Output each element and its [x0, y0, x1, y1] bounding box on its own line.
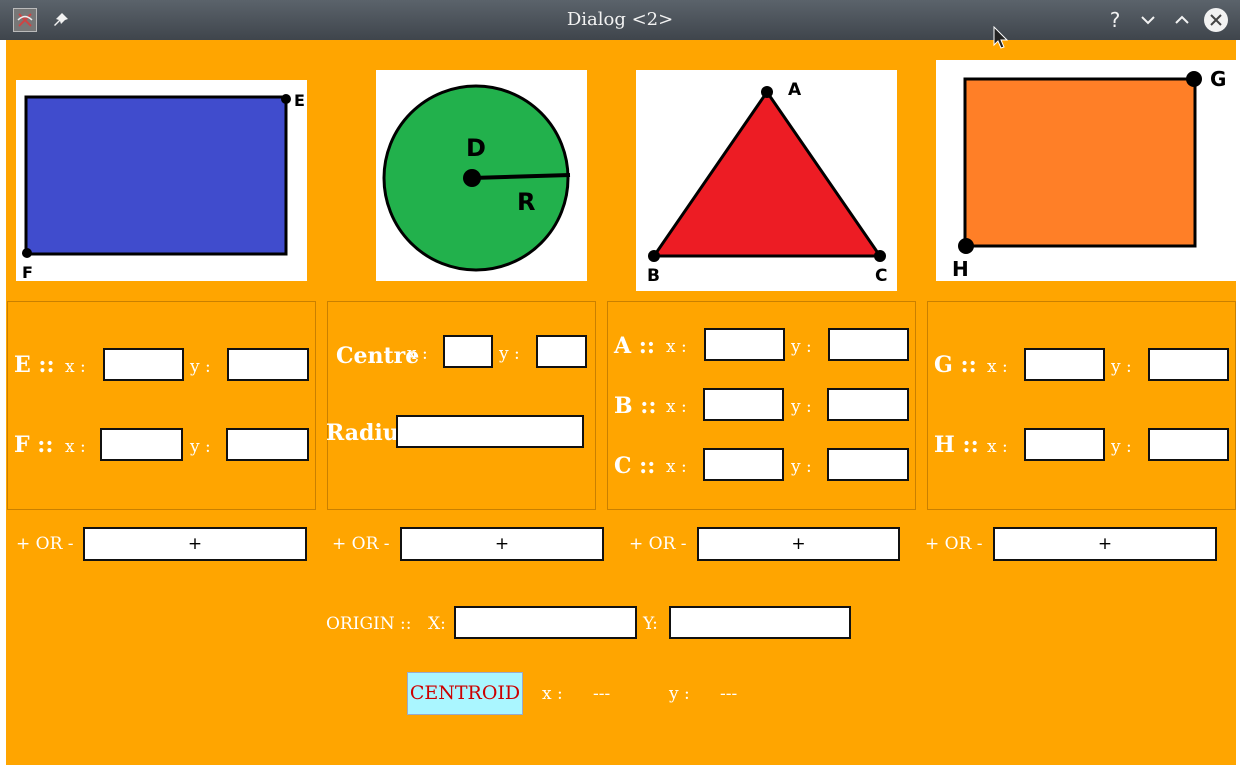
c-x-input[interactable] — [703, 448, 784, 481]
rectangle-image: E F — [16, 80, 307, 282]
centre-x-input[interactable] — [443, 335, 493, 368]
origin-x-input[interactable] — [454, 606, 637, 639]
h-x-label: x : — [987, 437, 1008, 457]
point-d-marker — [463, 169, 481, 187]
point-g-label: G — [1210, 67, 1226, 91]
close-icon[interactable] — [1203, 7, 1229, 33]
op-button-1[interactable]: + — [83, 527, 307, 561]
origin-label: ORIGIN :: — [326, 614, 412, 634]
e-x-label: x : — [65, 357, 86, 377]
square-image: G H — [936, 60, 1236, 281]
point-f-label: F — [22, 263, 33, 281]
e-y-label: y : — [190, 357, 211, 377]
b-label: B :: — [614, 393, 657, 419]
op-label-3: + OR - — [629, 534, 687, 554]
point-f-marker — [22, 248, 32, 258]
dialog-body: E F D R A B C G H E:: x: y: F:: x: … — [6, 40, 1236, 765]
triangle-shape — [651, 89, 883, 258]
f-x-input[interactable] — [100, 428, 183, 461]
c-label: C :: — [614, 453, 656, 479]
h-y-input[interactable] — [1148, 428, 1229, 461]
point-d-label: D — [466, 134, 486, 162]
origin-x-label: X: — [428, 614, 446, 634]
centre-y-label: y : — [499, 344, 520, 364]
op-label-1: + OR - — [16, 534, 74, 554]
point-e-marker — [281, 94, 291, 104]
point-b-label: B — [647, 266, 660, 286]
b-y-input[interactable] — [827, 388, 909, 421]
centroid-y-value: --- — [720, 684, 738, 704]
window-title: Dialog <2> — [566, 9, 674, 30]
point-a-marker — [761, 86, 773, 98]
centroid-y-label: y : — [669, 684, 690, 704]
a-y-input[interactable] — [828, 328, 909, 361]
c-y-input[interactable] — [827, 448, 909, 481]
op-button-3[interactable]: + — [697, 527, 900, 561]
g-y-label: y : — [1111, 357, 1132, 377]
centroid-x-label: x : — [542, 684, 563, 704]
point-e-label: E — [294, 91, 305, 110]
point-a-label: A — [788, 80, 802, 100]
a-label: A :: — [614, 333, 655, 359]
e-label: E :: — [14, 352, 55, 378]
c-x-label: x : — [666, 457, 687, 477]
e-x-input[interactable] — [103, 348, 184, 381]
centre-y-input[interactable] — [536, 335, 587, 368]
centre-x-label: x : — [407, 344, 428, 364]
point-h-marker — [958, 238, 974, 254]
f-y-label: y : — [190, 437, 211, 457]
c-y-label: y : — [791, 457, 812, 477]
rectangle-shape — [24, 95, 288, 256]
b-x-input[interactable] — [703, 388, 784, 421]
f-label: F :: — [14, 432, 54, 458]
square-shape — [963, 77, 1197, 248]
origin-y-input[interactable] — [669, 606, 851, 639]
radius-r-label: R — [517, 188, 535, 216]
point-b-marker — [648, 250, 660, 262]
circle-input-panel — [327, 301, 596, 510]
h-x-input[interactable] — [1024, 428, 1105, 461]
chevron-up-icon[interactable] — [1169, 7, 1195, 33]
centroid-x-value: --- — [593, 684, 611, 704]
a-x-label: x : — [666, 337, 687, 357]
b-y-label: y : — [791, 397, 812, 417]
f-y-input[interactable] — [226, 428, 309, 461]
centroid-button[interactable]: CENTROID — [407, 672, 523, 715]
e-y-input[interactable] — [227, 348, 309, 381]
f-x-label: x : — [65, 437, 86, 457]
radius-input[interactable] — [396, 415, 584, 448]
origin-y-label: Y: — [643, 614, 658, 634]
triangle-image: A B C — [636, 70, 897, 291]
point-g-marker — [1186, 71, 1202, 87]
g-x-label: x : — [987, 357, 1008, 377]
help-button[interactable]: ? — [1102, 7, 1128, 33]
point-h-label: H — [952, 257, 969, 281]
mouse-cursor-icon — [993, 25, 1009, 54]
op-button-4[interactable]: + — [993, 527, 1217, 561]
h-label: H :: — [934, 432, 979, 458]
circle-image: D R — [376, 70, 587, 281]
g-x-input[interactable] — [1024, 348, 1105, 381]
op-label-2: + OR - — [332, 534, 390, 554]
b-x-label: x : — [666, 397, 687, 417]
g-label: G :: — [934, 352, 977, 378]
rectangle-input-panel — [7, 301, 316, 510]
point-c-label: C — [875, 266, 887, 286]
a-x-input[interactable] — [704, 328, 785, 361]
point-c-marker — [874, 250, 886, 262]
g-y-input[interactable] — [1148, 348, 1229, 381]
a-y-label: y : — [791, 337, 812, 357]
h-y-label: y : — [1111, 437, 1132, 457]
square-input-panel — [927, 301, 1236, 510]
window-titlebar[interactable]: Dialog <2> ? — [0, 0, 1240, 40]
op-button-2[interactable]: + — [400, 527, 604, 561]
chevron-down-icon[interactable] — [1135, 7, 1161, 33]
op-label-4: + OR - — [925, 534, 983, 554]
